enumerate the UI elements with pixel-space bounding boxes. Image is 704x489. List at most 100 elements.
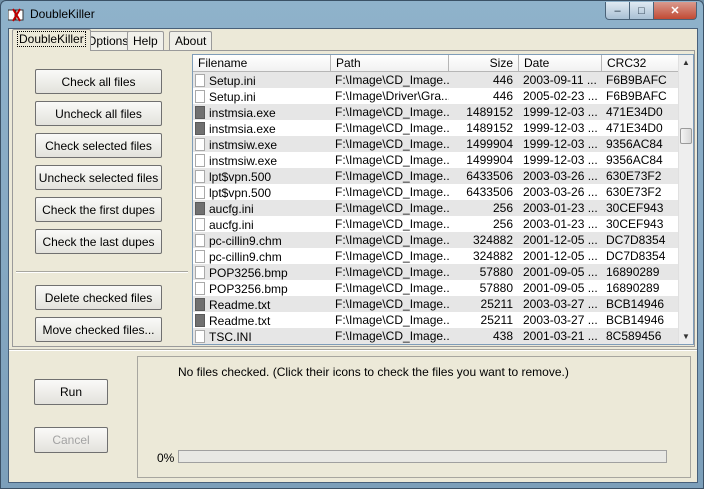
cell-crc32: 471E34D0 [606, 105, 663, 119]
column-header-filename[interactable]: Filename [193, 55, 331, 72]
tab-about[interactable]: About [169, 31, 213, 51]
check-all-files-button[interactable]: Check all files [35, 69, 162, 94]
checked-file-icon[interactable] [195, 314, 205, 327]
cell-filename: Readme.txt [193, 312, 331, 328]
cell-filename: lpt$vpn.500 [193, 184, 331, 200]
table-row[interactable]: Setup.ini F:\Image\Driver\Gra... 446 2005-0… [193, 88, 679, 104]
cancel-button[interactable]: Cancel [34, 427, 108, 453]
file-icon[interactable] [195, 170, 205, 183]
cell-size: 256 [492, 201, 513, 215]
scroll-down-arrow-icon[interactable]: ▼ [679, 329, 693, 344]
cell-size: 1499904 [466, 137, 513, 151]
cell-crc32: DC7D8354 [606, 233, 666, 247]
maximize-button[interactable]: □ [629, 2, 654, 20]
table-row[interactable]: POP3256.bmp F:\Image\CD_Image... 57880 2001… [193, 264, 679, 280]
run-button[interactable]: Run [34, 379, 108, 405]
table-row[interactable]: pc-cillin9.chm F:\Image\CD_Image... 324882… [193, 232, 679, 248]
table-row[interactable]: instmsiw.exe F:\Image\CD_Image... 1499904 1… [193, 152, 679, 168]
cell-size: 6433506 [466, 169, 513, 183]
title-bar[interactable]: DoubleKiller – □ ✕ [1, 1, 703, 29]
file-icon[interactable] [195, 186, 205, 199]
file-icon[interactable] [195, 266, 205, 279]
table-row[interactable]: POP3256.bmp F:\Image\CD_Image... 57880 2001… [193, 280, 679, 296]
close-icon: ✕ [670, 5, 680, 17]
check-last-dupes-button[interactable]: Check the last dupes [35, 229, 162, 254]
file-icon[interactable] [195, 74, 205, 87]
cell-date: 2001-09-05 ... [523, 281, 598, 295]
filename-text: Readme.txt [209, 297, 271, 312]
checked-file-icon[interactable] [195, 298, 205, 311]
cell-size: 324882 [472, 233, 513, 247]
filename-text: POP3256.bmp [209, 281, 288, 296]
file-icon[interactable] [195, 154, 205, 167]
file-icon[interactable] [195, 282, 205, 295]
cell-date: 2001-12-05 ... [523, 233, 598, 247]
tab-about-label: About [175, 34, 207, 48]
table-row[interactable]: instmsiw.exe F:\Image\CD_Image... 1499904 1… [193, 136, 679, 152]
table-row[interactable]: aucfg.ini F:\Image\CD_Image... 256 2003-01-… [193, 200, 679, 216]
table-row[interactable]: Setup.ini F:\Image\CD_Image... 446 2003-09-… [193, 72, 679, 88]
list-vertical-scrollbar[interactable]: ▲ ▼ [678, 55, 693, 344]
table-row[interactable]: Readme.txt F:\Image\CD_Image... 25211 2003-… [193, 296, 679, 312]
cell-path: F:\Image\CD_Image... [335, 201, 449, 215]
table-row[interactable]: Readme.txt F:\Image\CD_Image... 25211 2003-… [193, 312, 679, 328]
cell-size: 438 [492, 329, 513, 343]
cell-path: F:\Image\CD_Image... [335, 153, 449, 167]
tab-doublekiller[interactable]: DoubleKiller [12, 29, 91, 51]
duplicate-files-list[interactable]: Filename Path Size Date CRC32 Setup.ini F… [192, 54, 694, 345]
column-header-date[interactable]: Date [519, 55, 602, 72]
cell-size: 1499904 [466, 153, 513, 167]
cell-crc32: F6B9BAFC [606, 73, 667, 87]
table-row[interactable]: aucfg.ini F:\Image\CD_Image... 256 2003-01-… [193, 216, 679, 232]
cell-path: F:\Image\CD_Image... [335, 185, 449, 199]
cell-date: 1999-12-03 ... [523, 105, 598, 119]
table-row[interactable]: pc-cillin9.chm F:\Image\CD_Image... 324882… [193, 248, 679, 264]
cell-crc32: BCB14946 [606, 297, 665, 311]
table-row[interactable]: lpt$vpn.500 F:\Image\CD_Image... 6433506 20… [193, 168, 679, 184]
file-icon[interactable] [195, 234, 205, 247]
file-icon[interactable] [195, 250, 205, 263]
cell-date: 2003-09-11 ... [523, 73, 597, 87]
file-icon[interactable] [195, 218, 205, 231]
filename-text: aucfg.ini [209, 217, 254, 232]
cell-path: F:\Image\CD_Image... [335, 137, 449, 151]
status-message: No files checked. (Click their icons to … [178, 365, 569, 379]
uncheck-selected-files-button[interactable]: Uncheck selected files [35, 165, 162, 190]
cell-crc32: 30CEF943 [606, 217, 664, 231]
check-first-dupes-button[interactable]: Check the first dupes [35, 197, 162, 222]
tab-help[interactable]: Help [127, 31, 164, 51]
delete-checked-files-button[interactable]: Delete checked files [35, 285, 162, 310]
minimize-button[interactable]: – [605, 2, 630, 20]
column-header-crc32[interactable]: CRC32 [602, 55, 679, 72]
file-icon[interactable] [195, 330, 205, 343]
cell-path: F:\Image\CD_Image... [335, 121, 449, 135]
move-checked-files-button[interactable]: Move checked files... [35, 317, 162, 342]
cell-date: 2001-09-05 ... [523, 265, 598, 279]
cell-filename: Setup.ini [193, 72, 331, 88]
uncheck-all-files-button[interactable]: Uncheck all files [35, 101, 162, 126]
cell-crc32: 16890289 [606, 265, 660, 279]
table-row[interactable]: instmsia.exe F:\Image\CD_Image... 1489152 1… [193, 120, 679, 136]
check-selected-files-button[interactable]: Check selected files [35, 133, 162, 158]
table-row[interactable]: instmsia.exe F:\Image\CD_Image... 1489152 1… [193, 104, 679, 120]
cell-filename: instmsiw.exe [193, 136, 331, 152]
checked-file-icon[interactable] [195, 106, 205, 119]
table-row[interactable]: lpt$vpn.500 F:\Image\CD_Image... 6433506 20… [193, 184, 679, 200]
window-title: DoubleKiller [30, 7, 95, 21]
filename-text: Setup.ini [209, 89, 256, 104]
scroll-up-arrow-icon[interactable]: ▲ [679, 55, 693, 70]
filename-text: lpt$vpn.500 [209, 185, 272, 200]
close-button[interactable]: ✕ [653, 2, 697, 20]
scrollbar-thumb[interactable] [680, 128, 692, 144]
file-icon[interactable] [195, 90, 205, 103]
file-icon[interactable] [195, 138, 205, 151]
column-header-path[interactable]: Path [331, 55, 449, 72]
checked-file-icon[interactable] [195, 202, 205, 215]
table-row[interactable]: TSC.INI F:\Image\CD_Image... 438 2001-03-21… [193, 328, 679, 344]
cell-filename: instmsiw.exe [193, 152, 331, 168]
maximize-icon: □ [638, 4, 645, 17]
column-header-size[interactable]: Size [449, 55, 519, 72]
status-panel: No files checked. (Click their icons to … [137, 356, 691, 478]
checked-file-icon[interactable] [195, 122, 205, 135]
cell-crc32: 8C589456 [606, 329, 662, 343]
